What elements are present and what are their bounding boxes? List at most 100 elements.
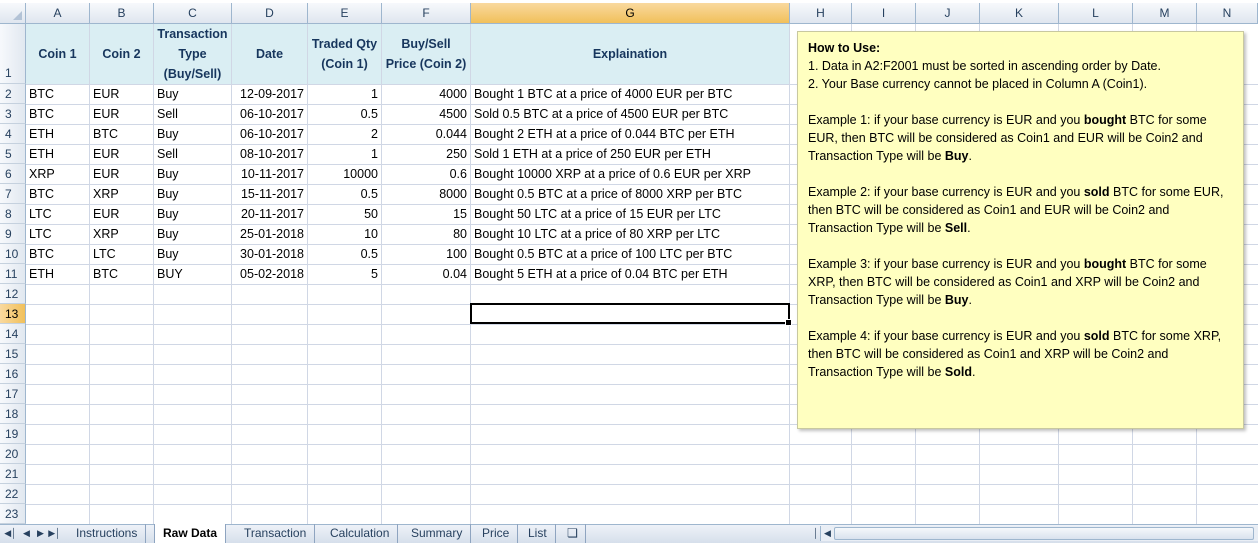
row-header-7[interactable]: 7: [0, 184, 26, 204]
row-header-1[interactable]: 1: [0, 24, 26, 84]
cell-explanation[interactable]: Bought 2 ETH at a price of 0.044 BTC per…: [471, 124, 789, 144]
cell-date[interactable]: 30-01-2018: [232, 244, 307, 264]
cell-price[interactable]: 4000: [382, 84, 470, 104]
cell-coin2[interactable]: EUR: [90, 84, 153, 104]
row-header-21[interactable]: 21: [0, 464, 26, 484]
cell-explanation[interactable]: Bought 5 ETH at a price of 0.04 BTC per …: [471, 264, 789, 284]
cell-coin2[interactable]: BTC: [90, 124, 153, 144]
cell-price[interactable]: 0.044: [382, 124, 470, 144]
tab-transaction[interactable]: Transaction: [236, 524, 316, 543]
cell-coin2[interactable]: EUR: [90, 144, 153, 164]
cell-qty[interactable]: 1: [308, 144, 381, 164]
col-header-b[interactable]: B: [90, 3, 154, 24]
cell-qty[interactable]: 0.5: [308, 244, 381, 264]
header-traded-qty[interactable]: Traded Qty (Coin 1): [308, 24, 381, 84]
col-header-l[interactable]: L: [1059, 3, 1133, 24]
cell-price[interactable]: 0.04: [382, 264, 470, 284]
active-cell-selection[interactable]: [470, 303, 792, 326]
cell-date[interactable]: 12-09-2017: [232, 84, 307, 104]
header-price[interactable]: Buy/Sell Price (Coin 2): [382, 24, 470, 84]
col-header-h[interactable]: H: [790, 3, 852, 24]
cell-explanation[interactable]: Sold 1 ETH at a price of 250 EUR per ETH: [471, 144, 789, 164]
cell-qty[interactable]: 1: [308, 84, 381, 104]
header-explanation[interactable]: Explaination: [471, 24, 789, 84]
cell-coin2[interactable]: EUR: [90, 204, 153, 224]
first-sheet-icon[interactable]: ◀│: [4, 526, 17, 541]
instructions-note[interactable]: How to Use: 1. Data in A2:F2001 must be …: [797, 31, 1244, 429]
cell-price[interactable]: 8000: [382, 184, 470, 204]
tab-list[interactable]: List: [520, 524, 556, 543]
cell-explanation[interactable]: Bought 50 LTC at a price of 15 EUR per L…: [471, 204, 789, 224]
row-header-10[interactable]: 10: [0, 244, 26, 264]
cell-coin2[interactable]: BTC: [90, 264, 153, 284]
cell-type[interactable]: BUY: [154, 264, 231, 284]
cell-coin1[interactable]: ETH: [26, 144, 89, 164]
col-header-j[interactable]: J: [916, 3, 980, 24]
prev-sheet-icon[interactable]: ◀: [20, 526, 33, 541]
insert-sheet-icon[interactable]: ❏: [560, 524, 586, 543]
cell-explanation[interactable]: Sold 0.5 BTC at a price of 4500 EUR per …: [471, 104, 789, 124]
col-header-n[interactable]: N: [1197, 3, 1258, 24]
row-header-12[interactable]: 12: [0, 284, 26, 304]
cell-coin2[interactable]: EUR: [90, 164, 153, 184]
cell-explanation[interactable]: Bought 10 LTC at a price of 80 XRP per L…: [471, 224, 789, 244]
col-header-g[interactable]: G: [471, 3, 790, 24]
cell-coin1[interactable]: BTC: [26, 104, 89, 124]
cell-explanation[interactable]: Bought 1 BTC at a price of 4000 EUR per …: [471, 84, 789, 104]
row-header-18[interactable]: 18: [0, 404, 26, 424]
cell-type[interactable]: Sell: [154, 144, 231, 164]
col-header-k[interactable]: K: [980, 3, 1059, 24]
scroll-split-handle[interactable]: │: [812, 526, 820, 541]
cell-coin2[interactable]: XRP: [90, 224, 153, 244]
row-header-23[interactable]: 23: [0, 504, 26, 524]
cell-type[interactable]: Buy: [154, 224, 231, 244]
select-all-corner[interactable]: [0, 3, 26, 24]
row-header-22[interactable]: 22: [0, 484, 26, 504]
cell-explanation[interactable]: Bought 0.5 BTC at a price of 8000 XRP pe…: [471, 184, 789, 204]
tab-calculation[interactable]: Calculation: [322, 524, 399, 543]
cell-date[interactable]: 06-10-2017: [232, 104, 307, 124]
scrollbar-thumb[interactable]: [834, 527, 1254, 540]
tab-price[interactable]: Price: [474, 524, 519, 543]
cell-qty[interactable]: 10: [308, 224, 381, 244]
row-header-6[interactable]: 6: [0, 164, 26, 184]
cell-price[interactable]: 80: [382, 224, 470, 244]
tab-raw-data[interactable]: Raw Data: [154, 524, 227, 543]
cell-coin1[interactable]: LTC: [26, 224, 89, 244]
next-sheet-icon[interactable]: ▶: [34, 526, 47, 541]
cell-coin2[interactable]: LTC: [90, 244, 153, 264]
header-transaction-type[interactable]: Transaction Type (Buy/Sell): [154, 24, 231, 84]
row-header-14[interactable]: 14: [0, 324, 26, 344]
cell-price[interactable]: 0.6: [382, 164, 470, 184]
col-header-d[interactable]: D: [232, 3, 308, 24]
col-header-i[interactable]: I: [852, 3, 916, 24]
row-header-17[interactable]: 17: [0, 384, 26, 404]
cell-type[interactable]: Buy: [154, 244, 231, 264]
cell-price[interactable]: 100: [382, 244, 470, 264]
row-header-9[interactable]: 9: [0, 224, 26, 244]
row-header-8[interactable]: 8: [0, 204, 26, 224]
cell-coin1[interactable]: BTC: [26, 184, 89, 204]
cell-qty[interactable]: 2: [308, 124, 381, 144]
cell-type[interactable]: Buy: [154, 184, 231, 204]
tab-summary[interactable]: Summary: [403, 524, 472, 543]
cell-qty[interactable]: 0.5: [308, 104, 381, 124]
cell-type[interactable]: Buy: [154, 124, 231, 144]
cell-date[interactable]: 06-10-2017: [232, 124, 307, 144]
cell-date[interactable]: 05-02-2018: [232, 264, 307, 284]
cell-price[interactable]: 15: [382, 204, 470, 224]
header-coin2[interactable]: Coin 2: [90, 24, 153, 84]
cell-date[interactable]: 08-10-2017: [232, 144, 307, 164]
col-header-f[interactable]: F: [382, 3, 471, 24]
cell-date[interactable]: 10-11-2017: [232, 164, 307, 184]
cell-coin1[interactable]: ETH: [26, 124, 89, 144]
header-coin1[interactable]: Coin 1: [26, 24, 89, 84]
row-header-16[interactable]: 16: [0, 364, 26, 384]
col-header-a[interactable]: A: [26, 3, 90, 24]
cell-coin1[interactable]: BTC: [26, 84, 89, 104]
last-sheet-icon[interactable]: ▶│: [48, 526, 61, 541]
col-header-c[interactable]: C: [154, 3, 232, 24]
cell-date[interactable]: 20-11-2017: [232, 204, 307, 224]
cell-qty[interactable]: 0.5: [308, 184, 381, 204]
cell-explanation[interactable]: Bought 0.5 BTC at a price of 100 LTC per…: [471, 244, 789, 264]
